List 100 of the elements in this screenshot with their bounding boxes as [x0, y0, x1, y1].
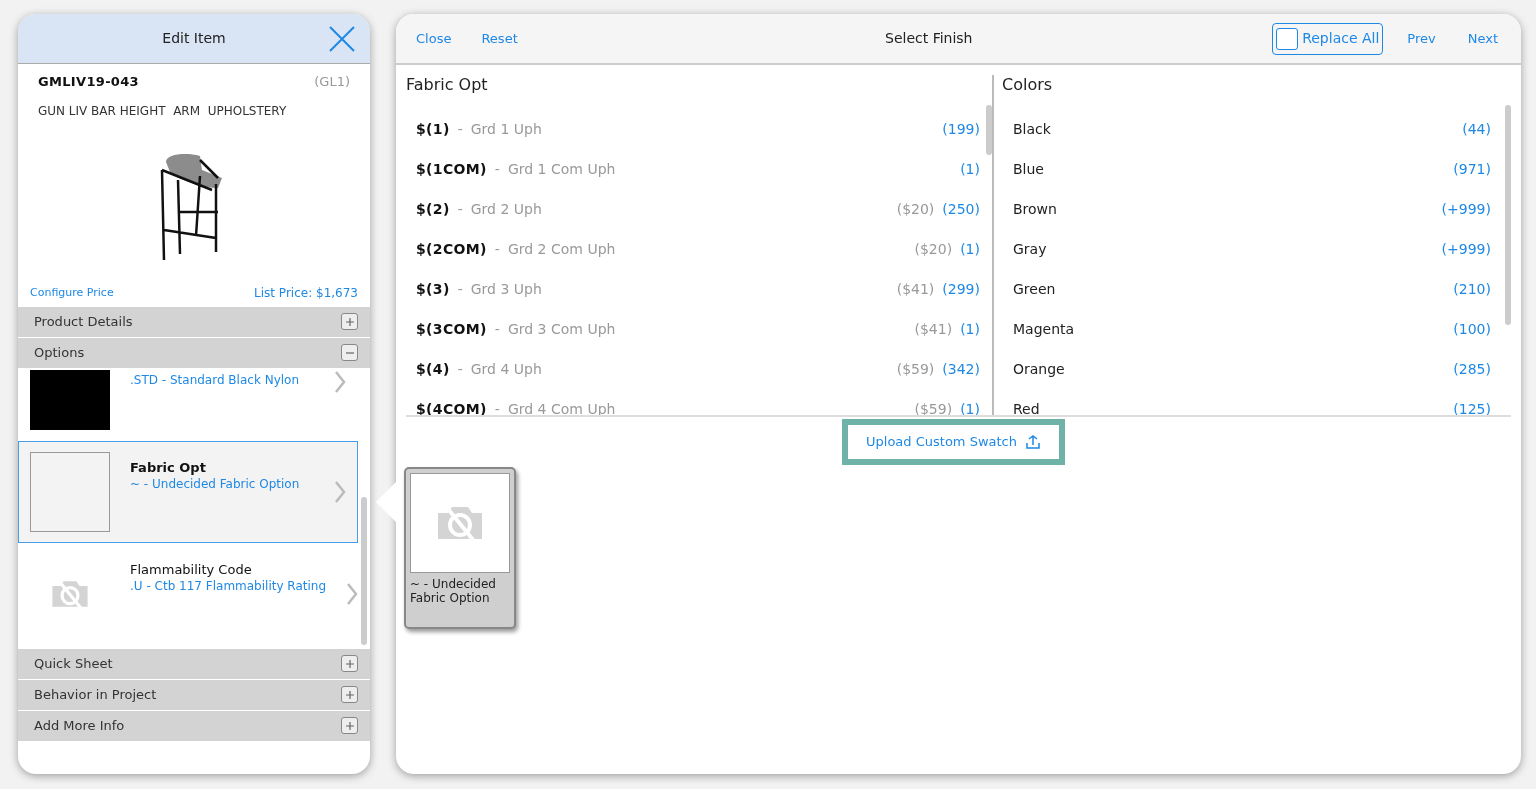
- fabric-price: ($20): [914, 239, 953, 259]
- color-row[interactable]: Orange (285): [994, 349, 1501, 389]
- color-row[interactable]: Brown (+999): [994, 189, 1501, 229]
- color-count: (210): [1453, 279, 1491, 299]
- fabric-code: $(1COM): [416, 159, 487, 179]
- option-title: Flammability Code: [130, 561, 253, 578]
- separator: -: [494, 319, 500, 339]
- fabric-count: (250): [942, 199, 980, 219]
- fabric-code: $(2COM): [416, 239, 487, 259]
- option-value: .STD - Standard Black Nylon: [130, 371, 300, 388]
- color-count: (100): [1453, 319, 1491, 339]
- fabric-row[interactable]: $(4) - Grd 4 Uph ($59) (342): [406, 349, 982, 389]
- column-heading: Fabric Opt: [406, 75, 489, 96]
- color-count: (125): [1453, 399, 1491, 415]
- color-count: (+999): [1441, 239, 1491, 259]
- chevron-right-icon: [334, 479, 346, 504]
- color-name: Blue: [1013, 159, 1044, 179]
- fabric-count: (342): [942, 359, 980, 379]
- color-name: Brown: [1013, 199, 1057, 219]
- color-name: Green: [1013, 279, 1056, 299]
- color-name: Red: [1013, 399, 1040, 415]
- fabric-code: $(3COM): [416, 319, 487, 339]
- section-header[interactable]: Product Details: [18, 306, 370, 337]
- fabric-name: Grd 4 Uph: [470, 359, 542, 379]
- color-row[interactable]: Green (210): [994, 269, 1501, 309]
- separator: -: [494, 159, 500, 179]
- fabric-row[interactable]: $(2COM) - Grd 2 Com Uph ($20) (1): [406, 229, 982, 269]
- color-row[interactable]: Blue (971): [994, 149, 1501, 189]
- expand-icon[interactable]: [341, 686, 358, 703]
- option-title: Fabric Opt: [130, 459, 207, 476]
- section-header[interactable]: Quick Sheet: [18, 648, 370, 679]
- fabric-row[interactable]: $(2) - Grd 2 Uph ($20) (250): [406, 189, 982, 229]
- color-row[interactable]: Red (125): [994, 389, 1501, 415]
- fabric-name: Grd 3 Com Uph: [507, 319, 616, 339]
- fabric-code: $(4): [416, 359, 450, 379]
- fabric-price: ($41): [896, 279, 935, 299]
- separator: -: [457, 119, 463, 139]
- expand-icon[interactable]: [341, 655, 358, 672]
- column-heading: Colors: [1001, 75, 1054, 96]
- upload-custom-swatch-button[interactable]: Upload Custom Swatch: [842, 419, 1065, 465]
- fabric-count: (1): [960, 239, 980, 259]
- fabric-count: (1): [960, 399, 980, 415]
- section-header[interactable]: Options: [18, 337, 370, 368]
- chevron-right-icon: [346, 581, 359, 606]
- section-title: Behavior in Project: [34, 685, 157, 704]
- color-name: Magenta: [1013, 319, 1075, 339]
- color-row[interactable]: Gray (+999): [994, 229, 1501, 269]
- fabric-count: (199): [942, 119, 980, 139]
- separator: -: [494, 239, 500, 259]
- separator: -: [457, 359, 463, 379]
- fabric-price: ($20): [896, 199, 935, 219]
- fabric-row[interactable]: $(3) - Grd 3 Uph ($41) (299): [406, 269, 982, 309]
- swatch-label: ~ - Undecided Fabric Option: [410, 577, 497, 605]
- fabric-row[interactable]: $(3COM) - Grd 3 Com Uph ($41) (1): [406, 309, 982, 349]
- fabric-name: Grd 2 Com Uph: [507, 239, 616, 259]
- section-header[interactable]: Behavior in Project: [18, 679, 370, 710]
- list-price: List Price: $1,673: [254, 284, 358, 302]
- color-count: (+999): [1441, 199, 1491, 219]
- chevron-right-icon: [334, 369, 346, 394]
- color-count: (44): [1462, 119, 1491, 139]
- fabric-name: Grd 2 Uph: [470, 199, 542, 219]
- fabric-row[interactable]: $(1COM) - Grd 1 Com Uph (1): [406, 149, 982, 189]
- item-sku: GMLIV19-043: [38, 73, 139, 91]
- fabric-code: $(3): [416, 279, 450, 299]
- fabric-price: ($59): [896, 359, 935, 379]
- upload-icon: [1025, 434, 1041, 450]
- close-icon[interactable]: [328, 25, 356, 53]
- color-name: Black: [1013, 119, 1051, 139]
- panel-title: Select Finish: [885, 29, 973, 48]
- fabric-name: Grd 1 Com Uph: [507, 159, 616, 179]
- fabric-count: (299): [942, 279, 980, 299]
- fabric-row[interactable]: $(1) - Grd 1 Uph (199): [406, 109, 982, 149]
- separator: -: [494, 399, 500, 415]
- fabric-count: (1): [960, 319, 980, 339]
- color-row[interactable]: Black (44): [994, 109, 1501, 149]
- section-title: Quick Sheet: [34, 654, 113, 673]
- fabric-count: (1): [960, 159, 980, 179]
- option-row[interactable]: Flammability Code .U - Ctb 117 Flammability Rating: [18, 542, 358, 645]
- separator: -: [457, 279, 463, 299]
- fabric-price: ($41): [914, 319, 953, 339]
- section-header[interactable]: Add More Info: [18, 710, 370, 741]
- color-count: (971): [1453, 159, 1491, 179]
- fabric-name: Grd 3 Uph: [470, 279, 542, 299]
- scrollbar: [986, 105, 992, 155]
- option-row[interactable]: .STD - Standard Black Nylon: [18, 368, 358, 441]
- expand-icon[interactable]: [341, 717, 358, 734]
- fabric-code: $(2): [416, 199, 450, 219]
- option-value: ~ - Undecided Fabric Option: [130, 475, 301, 492]
- option-value: .U - Ctb 117 Flammability Rating: [130, 577, 327, 594]
- fabric-code: $(1): [416, 119, 450, 139]
- fabric-price: ($59): [914, 399, 953, 415]
- expand-icon[interactable]: [341, 313, 358, 330]
- color-count: (285): [1453, 359, 1491, 379]
- option-row[interactable]: Fabric Opt ~ - Undecided Fabric Option: [18, 440, 358, 543]
- color-name: Gray: [1013, 239, 1047, 259]
- section-title: Product Details: [34, 312, 133, 331]
- configure-price-link[interactable]: Configure Price: [30, 285, 114, 302]
- collapse-icon[interactable]: [341, 344, 358, 361]
- item-description: GUN LIV BAR HEIGHT ARM UPHOLSTERY: [37, 102, 288, 120]
- color-row[interactable]: Magenta (100): [994, 309, 1501, 349]
